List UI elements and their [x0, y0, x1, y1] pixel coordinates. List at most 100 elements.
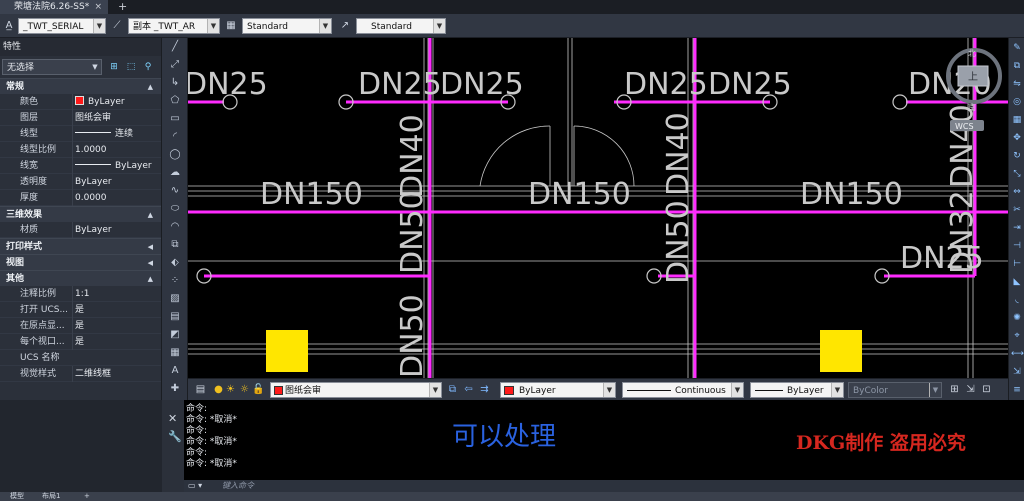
section-plot-style[interactable]: 打印样式 ◀ — [0, 238, 161, 254]
make-block-icon[interactable]: ⬖ — [168, 256, 182, 270]
chevron-down-icon: ▼ — [429, 383, 441, 397]
command-input[interactable]: ▭ ▾ 键入命令 — [184, 480, 1024, 492]
linetype-select[interactable]: Continuous ▼ — [622, 382, 744, 398]
property-row-ltscale[interactable]: 线型比例 1.0000 — [0, 142, 161, 158]
construction-line-icon[interactable]: ⤢ — [168, 58, 182, 72]
drawing-canvas[interactable]: DN25 DN25 DN25 DN25 DN25 DN20 DN25 DN150… — [188, 38, 1008, 378]
toolbar-option-icon[interactable]: ⊞ — [948, 383, 961, 396]
chamfer-icon[interactable]: ◣ — [1011, 276, 1023, 288]
multileader-style-select[interactable]: Standard ▼ — [356, 18, 446, 34]
section-3d-label: 三维效果 — [6, 210, 43, 220]
command-line: 命令: *取消* — [186, 459, 237, 469]
mirror-icon[interactable]: ⇋ — [1011, 78, 1023, 90]
select-objects-icon[interactable]: ⬚ — [125, 61, 137, 73]
extend-icon[interactable]: ⇥ — [1011, 222, 1023, 234]
text-style-select[interactable]: _TWT_SERIAL ▼ — [18, 18, 106, 34]
spline-icon[interactable]: ∿ — [168, 184, 182, 198]
layer-match-icon[interactable]: ⇉ — [478, 383, 491, 396]
polyline-icon[interactable]: ↳ — [168, 76, 182, 90]
property-row-linetype[interactable]: 线型 连续 — [0, 126, 161, 142]
property-row-lineweight[interactable]: 线宽 ByLayer — [0, 158, 161, 174]
polygon-icon[interactable]: ⬠ — [168, 94, 182, 108]
close-tab-icon[interactable]: × — [94, 0, 102, 14]
stretch-icon[interactable]: ⇔ — [1011, 186, 1023, 198]
model-tab[interactable]: 模型 — [10, 492, 24, 501]
section-general[interactable]: 常规 ▲ — [0, 78, 161, 94]
toggle-pickadd-icon[interactable]: ⊞ — [108, 61, 120, 73]
color-select[interactable]: ByLayer ▼ — [500, 382, 616, 398]
property-row-ucs-origin[interactable]: 在原点显... 是 — [0, 318, 161, 334]
erase-icon[interactable]: ✎ — [1011, 42, 1023, 54]
explode-icon[interactable]: ✺ — [1011, 312, 1023, 324]
table-icon[interactable]: ▦ — [168, 346, 182, 360]
selection-select[interactable]: 无选择 ▼ — [2, 59, 102, 75]
new-tab-button[interactable]: + — [118, 0, 127, 14]
section-misc[interactable]: 其他 ▲ — [0, 270, 161, 286]
property-row-annoscale[interactable]: 注释比例 1:1 — [0, 286, 161, 302]
property-row-ucs-on[interactable]: 打开 UCS... 是 — [0, 302, 161, 318]
property-row-layer[interactable]: 图层 图纸会审 — [0, 110, 161, 126]
fillet-icon[interactable]: ◟ — [1011, 294, 1023, 306]
property-row-visual-style[interactable]: 视觉样式 二维线框 — [0, 366, 161, 382]
toolbar-option-icon-3[interactable]: ⊡ — [980, 383, 993, 396]
move-icon[interactable]: ✥ — [1011, 132, 1023, 144]
command-settings-icon[interactable]: 🔧 — [168, 430, 182, 443]
property-row-material[interactable]: 材质 ByLayer — [0, 222, 161, 238]
hatch-icon[interactable]: ▨ — [168, 292, 182, 306]
mtext-icon[interactable]: A — [168, 364, 182, 378]
add-selected-icon[interactable]: ✚ — [168, 382, 182, 396]
ellipse-arc-icon[interactable]: ◠ — [168, 220, 182, 234]
scale-icon[interactable]: ⤡ — [1011, 168, 1023, 180]
break-icon[interactable]: ⊣ — [1011, 240, 1023, 252]
dimension-style-select[interactable]: 副本 _TWT_AR ▼ — [128, 18, 220, 34]
layer-manager-icon[interactable]: ▤ — [194, 383, 207, 396]
gradient-icon[interactable]: ▤ — [168, 310, 182, 324]
quick-select-icon[interactable]: ⚲ — [142, 61, 154, 73]
section-3d-effects[interactable]: 三维效果 ▲ — [0, 206, 161, 222]
viewcube[interactable]: 北 上 南 WCS — [940, 44, 1004, 140]
layer-select[interactable]: 图纸会审 ▼ — [270, 382, 442, 398]
offset-icon[interactable]: ◎ — [1011, 96, 1023, 108]
point-icon[interactable]: ⁘ — [168, 274, 182, 288]
line-tool-icon[interactable]: ╱ — [168, 40, 182, 54]
document-tab[interactable]: 荣塘法院6.26-SS* × — [0, 0, 108, 14]
lineweight-select[interactable]: ByLayer ▼ — [750, 382, 844, 398]
array-icon[interactable]: ▦ — [1011, 114, 1023, 126]
layer-previous-icon[interactable]: ⇦ — [462, 383, 475, 396]
arc-icon[interactable]: ◜ — [168, 130, 182, 144]
lengthen-icon[interactable]: ⇲ — [1011, 366, 1023, 378]
make-current-layer-icon[interactable]: ⧉ — [446, 383, 459, 396]
circle-icon[interactable]: ◯ — [168, 148, 182, 162]
ellipse-icon[interactable]: ⬭ — [168, 202, 182, 216]
close-command-icon[interactable]: ✕ — [168, 412, 177, 425]
section-view[interactable]: 视图 ◀ — [0, 254, 161, 270]
add-layout-button[interactable]: + — [84, 492, 90, 501]
rectangle-icon[interactable]: ▭ — [168, 112, 182, 126]
command-window-handle: ✕ 🔧 — [162, 400, 184, 501]
layout1-tab[interactable]: 布局1 — [42, 492, 60, 501]
properties-match-icon[interactable]: ⌖ — [1011, 330, 1023, 342]
toolbar-option-icon-2[interactable]: ⇲ — [964, 383, 977, 396]
property-row-ucs-name[interactable]: UCS 名称 — [0, 350, 161, 366]
rotate-icon[interactable]: ↻ — [1011, 150, 1023, 162]
property-row-ucs-viewport[interactable]: 每个视口... 是 — [0, 334, 161, 350]
expand-icon: ◀ — [147, 259, 153, 267]
wcs-menu-label: WCS — [955, 122, 974, 131]
property-row-transparency[interactable]: 透明度 ByLayer — [0, 174, 161, 190]
table-style-select[interactable]: Standard ▼ — [242, 18, 332, 34]
property-key: 材质 — [20, 225, 39, 235]
layer-properties-bar: ▤ ● ☀ ☼ 🔓 图纸会审 ▼ ⧉ ⇦ ⇉ ByLayer ▼ Continu… — [188, 378, 1008, 400]
measure-icon[interactable]: ⟷ — [1011, 348, 1024, 360]
modify-toolbar: ✎ ⧉ ⇋ ◎ ▦ ✥ ↻ ⤡ ⇔ ✂ ⇥ ⊣ ⊢ ◣ ◟ ✺ ⌖ ⟷ ⇲ ≡ — [1008, 38, 1024, 400]
trim-icon[interactable]: ✂ — [1011, 204, 1023, 216]
region-icon[interactable]: ◩ — [168, 328, 182, 342]
insert-block-icon[interactable]: ⧉ — [168, 238, 182, 252]
copy-icon[interactable]: ⧉ — [1011, 60, 1023, 72]
revision-cloud-icon[interactable]: ☁ — [168, 166, 182, 180]
align-icon[interactable]: ≡ — [1011, 384, 1023, 396]
join-icon[interactable]: ⊢ — [1011, 258, 1023, 270]
property-row-thickness[interactable]: 厚度 0.0000 — [0, 190, 161, 206]
command-line: 命令: *取消* — [186, 437, 237, 447]
property-row-color[interactable]: 颜色 ByLayer — [0, 94, 161, 110]
property-value: ByLayer — [72, 94, 158, 110]
